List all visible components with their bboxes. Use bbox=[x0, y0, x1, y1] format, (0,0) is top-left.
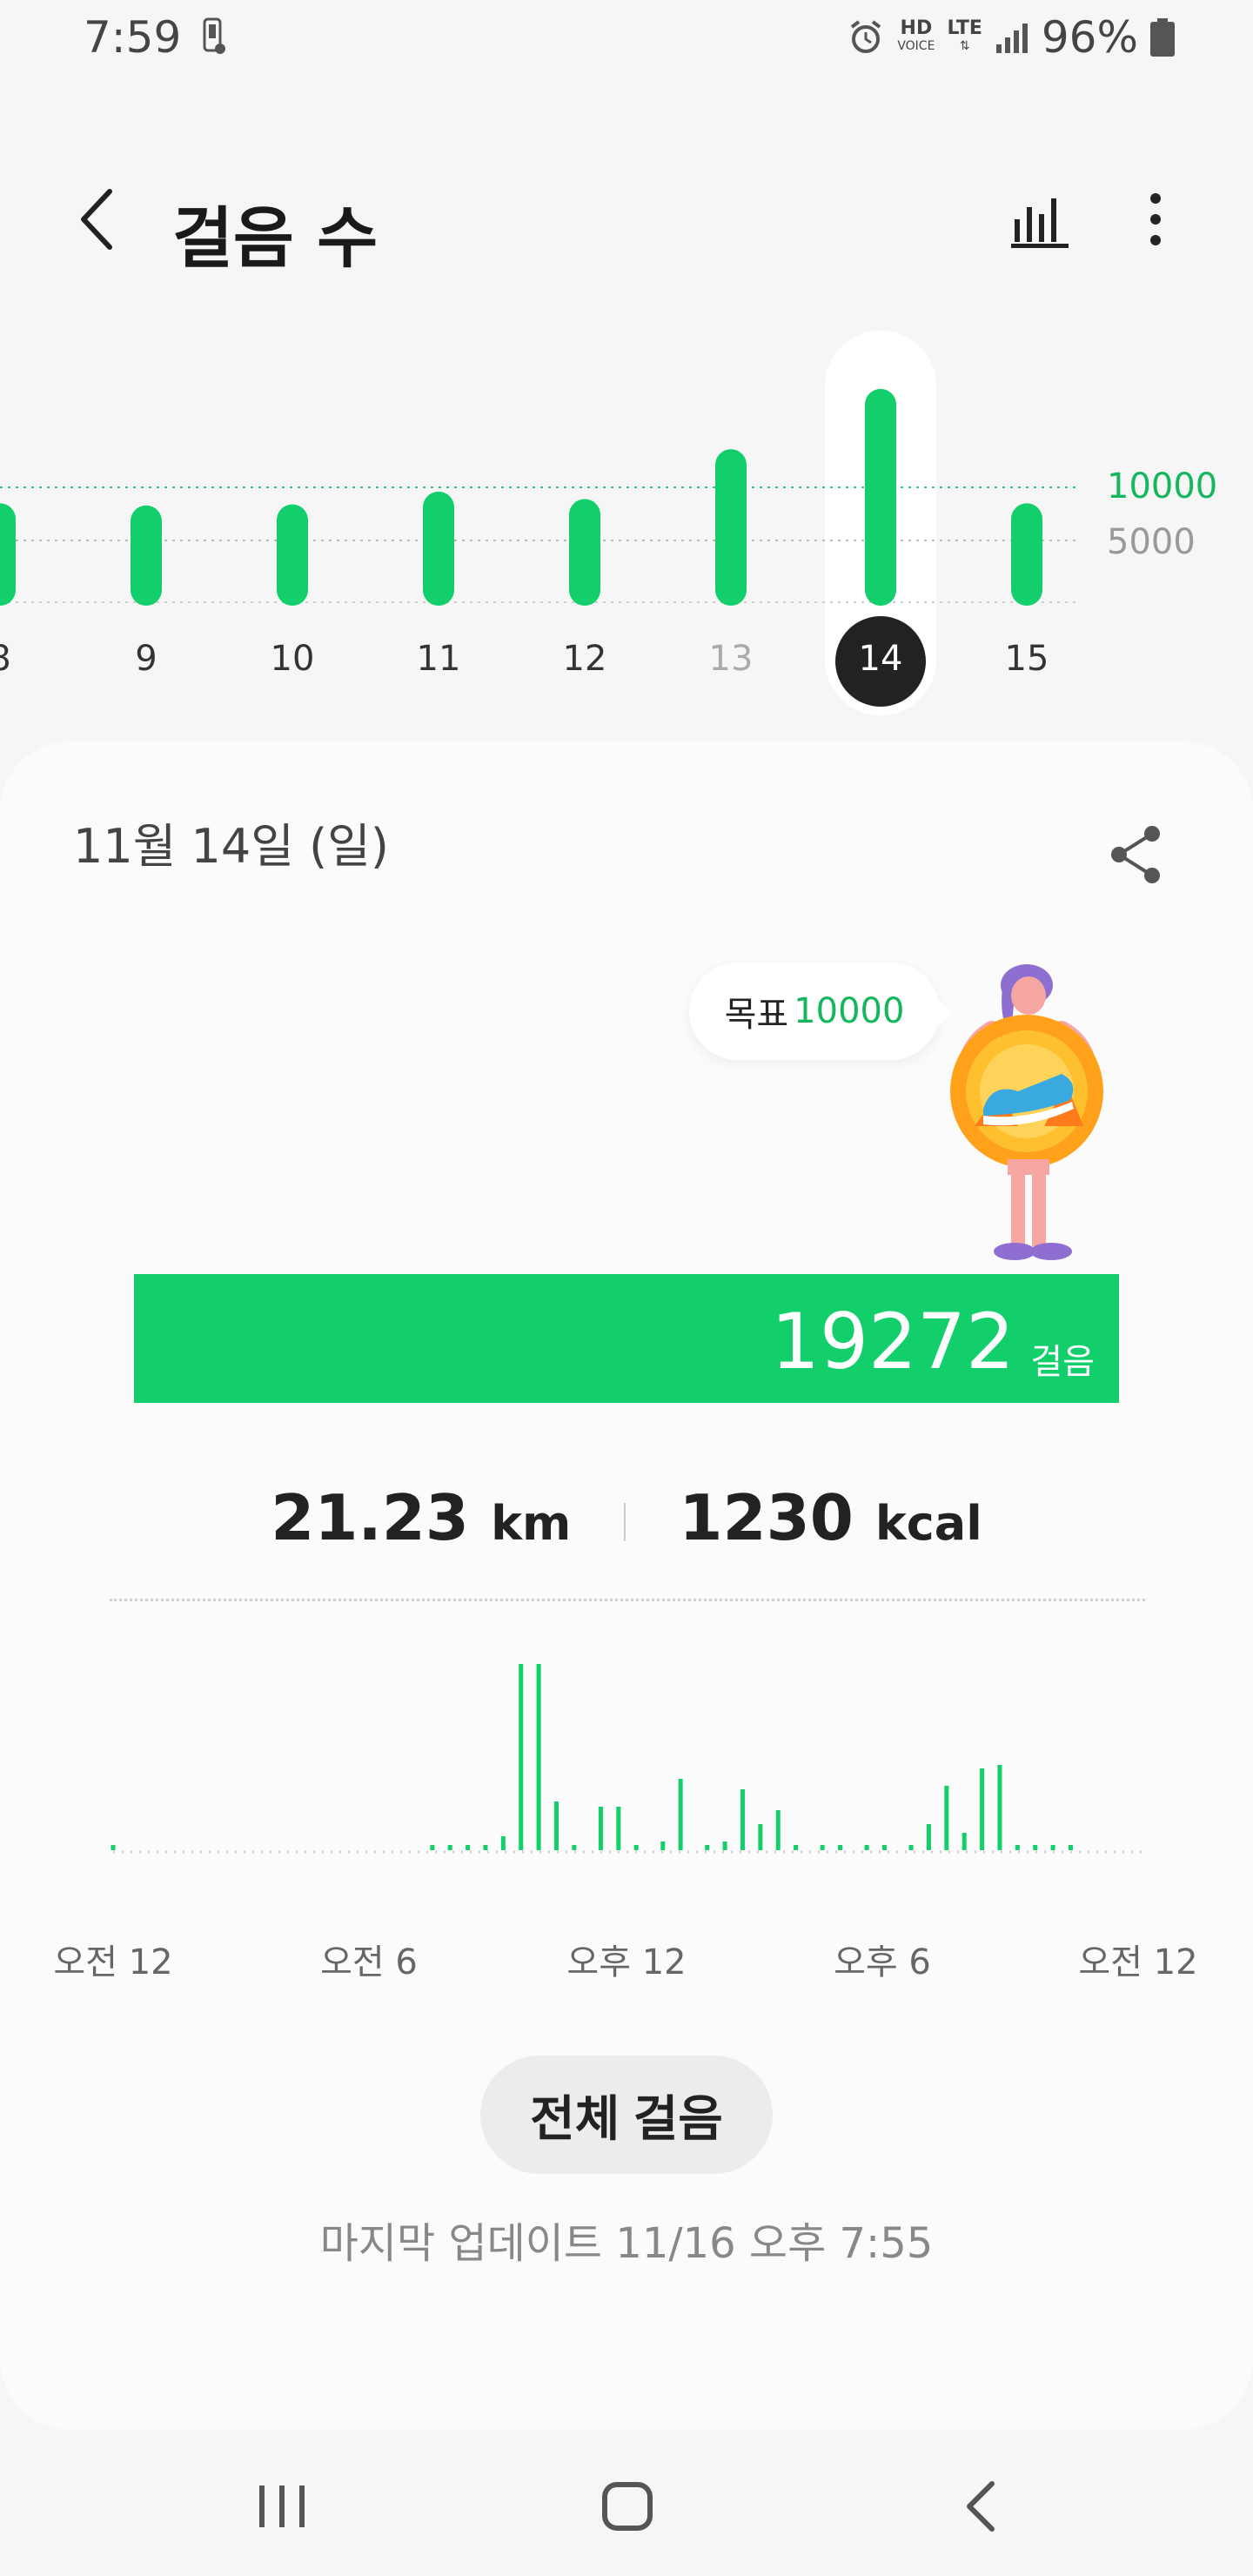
all-steps-button[interactable]: 전체 걸음 bbox=[480, 2056, 773, 2174]
goal-line-label: 10000 bbox=[1107, 466, 1218, 506]
hourly-bar bbox=[705, 1845, 710, 1850]
hourly-bar bbox=[980, 1768, 985, 1850]
hourly-axis-label: 오전 12 bbox=[1078, 1942, 1198, 1982]
weekly-bar-day-8[interactable] bbox=[0, 503, 16, 606]
weekly-bar-day-13[interactable] bbox=[715, 449, 747, 606]
hourly-steps-chart bbox=[0, 1664, 1253, 1882]
hourly-bar bbox=[722, 1841, 727, 1850]
hourly-bar bbox=[430, 1845, 435, 1850]
hourly-bar bbox=[598, 1807, 603, 1850]
distance-value: 21.23 bbox=[271, 1481, 469, 1554]
recent-apps-icon[interactable] bbox=[254, 2480, 310, 2532]
day-label-9[interactable]: 9 bbox=[103, 639, 190, 679]
weekly-bar-day-14[interactable] bbox=[865, 388, 896, 606]
hourly-bar bbox=[775, 1810, 781, 1850]
more-vert-icon[interactable] bbox=[1131, 188, 1180, 251]
day-label-15[interactable]: 15 bbox=[983, 639, 1070, 679]
hourly-bar bbox=[483, 1845, 488, 1850]
weekly-bar-day-10[interactable] bbox=[277, 504, 308, 606]
hourly-bar bbox=[553, 1801, 559, 1850]
hourly-axis-label: 오전 6 bbox=[320, 1942, 418, 1982]
day-label-8[interactable]: 8 bbox=[0, 639, 44, 679]
alarm-icon bbox=[851, 20, 881, 53]
weekly-bar-day-12[interactable] bbox=[569, 499, 600, 606]
hourly-bar bbox=[864, 1845, 869, 1850]
back-arrow-icon[interactable] bbox=[71, 186, 124, 252]
half-goal-line-label: 5000 bbox=[1107, 522, 1196, 562]
usb-debug-icon bbox=[203, 17, 225, 54]
hourly-bar bbox=[572, 1845, 577, 1850]
weekly-bar-day-11[interactable] bbox=[423, 491, 454, 606]
hourly-bar bbox=[838, 1845, 843, 1850]
hourly-bar bbox=[962, 1833, 967, 1850]
calories-unit: kcal bbox=[874, 1496, 982, 1551]
hourly-bar bbox=[1015, 1845, 1020, 1850]
hourly-bar bbox=[660, 1841, 666, 1850]
hourly-bar bbox=[633, 1845, 639, 1850]
calories-value: 1230 bbox=[679, 1481, 854, 1554]
hourly-bars bbox=[111, 1664, 1142, 1854]
app-bar: 걸음 수 bbox=[0, 165, 1253, 277]
hourly-bar bbox=[447, 1845, 452, 1850]
weekly-bar-day-15[interactable] bbox=[1011, 503, 1042, 606]
section-divider bbox=[110, 1599, 1145, 1601]
hd-voice-indicator: HD VOICE bbox=[897, 17, 935, 54]
goal-value: 10000 bbox=[794, 991, 905, 1031]
distance-calories-summary: 21.23 km 1230 kcal bbox=[0, 1481, 1253, 1554]
signal-icon bbox=[995, 23, 1028, 53]
hourly-bar bbox=[740, 1789, 745, 1850]
hourly-bar bbox=[997, 1765, 1002, 1850]
day-label-13[interactable]: 13 bbox=[687, 639, 774, 679]
hourly-bar bbox=[1068, 1845, 1073, 1850]
day-label-11[interactable]: 11 bbox=[395, 639, 482, 679]
weekly-steps-strip[interactable]: 10000 5000 8 9 10 11 12 13 14 15 bbox=[0, 322, 1253, 722]
distance-unit: km bbox=[491, 1496, 572, 1551]
hourly-bar bbox=[1050, 1845, 1055, 1850]
hourly-axis-label: 오후 6 bbox=[834, 1942, 931, 1982]
hourly-axis-label: 오후 12 bbox=[566, 1942, 687, 1982]
hourly-bar bbox=[820, 1845, 825, 1850]
daily-steps-progress-bar: 19272 걸음 bbox=[134, 1274, 1119, 1403]
day-label-14[interactable]: 14 bbox=[837, 639, 924, 679]
battery-icon bbox=[1150, 18, 1175, 57]
hourly-bar bbox=[466, 1845, 471, 1850]
system-nav-bar bbox=[0, 2437, 1253, 2576]
steps-unit: 걸음 bbox=[1030, 1342, 1095, 1382]
battery-percent: 96% bbox=[1041, 12, 1138, 63]
hourly-bar bbox=[794, 1845, 799, 1850]
hourly-bar bbox=[678, 1779, 683, 1850]
status-right: HD VOICE LTE ⇅ 96% bbox=[847, 12, 1175, 63]
hourly-bar bbox=[616, 1807, 621, 1850]
hourly-bar bbox=[500, 1836, 506, 1850]
achievement-character-illustration bbox=[950, 964, 1103, 1260]
back-icon[interactable] bbox=[959, 2479, 1002, 2534]
share-icon[interactable] bbox=[1105, 822, 1168, 888]
bar-chart-icon[interactable] bbox=[1009, 188, 1072, 251]
weekly-bar-day-9[interactable] bbox=[131, 505, 162, 606]
hourly-bar bbox=[882, 1845, 887, 1850]
day-label-12[interactable]: 12 bbox=[541, 639, 628, 679]
status-time: 7:59 bbox=[84, 12, 182, 63]
goal-bubble: 목표 10000 bbox=[689, 963, 955, 1060]
lte-indicator: LTE ⇅ bbox=[947, 17, 982, 54]
hourly-bar bbox=[519, 1664, 524, 1850]
hourly-bar bbox=[1033, 1845, 1038, 1850]
steps-count: 19272 bbox=[771, 1297, 1015, 1386]
selected-date: 11월 14일 (일) bbox=[73, 819, 389, 874]
hourly-bar bbox=[111, 1845, 116, 1850]
hourly-axis-label: 오전 12 bbox=[53, 1942, 173, 1982]
stats-separator bbox=[624, 1503, 626, 1542]
home-icon[interactable] bbox=[600, 2480, 654, 2532]
hourly-bar bbox=[908, 1845, 914, 1850]
page-title: 걸음 수 bbox=[172, 199, 379, 277]
hourly-bar bbox=[758, 1824, 763, 1850]
daily-detail-card: 11월 14일 (일) 목표 10000 19272 걸음 21.23 km 1… bbox=[0, 741, 1253, 2430]
goal-prefix: 목표 bbox=[724, 995, 789, 1035]
hourly-bar bbox=[926, 1824, 931, 1850]
day-label-10[interactable]: 10 bbox=[249, 639, 336, 679]
last-update-text: 마지막 업데이트 11/16 오후 7:55 bbox=[319, 2219, 934, 2268]
hourly-bar bbox=[536, 1664, 541, 1850]
hourly-bar bbox=[944, 1786, 949, 1850]
status-bar: 7:59 HD VOICE LTE ⇅ 96% bbox=[0, 0, 1253, 78]
